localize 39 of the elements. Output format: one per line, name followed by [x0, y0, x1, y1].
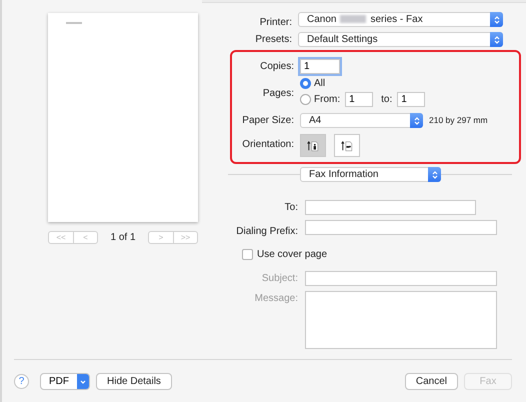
- field-label: Printer:: [258, 16, 292, 30]
- printer-suffix: series - Fax: [370, 14, 423, 25]
- field-label: Message:: [254, 292, 298, 306]
- radio-button[interactable]: All: [300, 76, 326, 91]
- presets-popup[interactable]: Default Settings: [298, 32, 503, 47]
- pane-popup[interactable]: Fax Information: [300, 167, 441, 182]
- field-label: To:: [284, 201, 298, 215]
- landscape-orientation-button[interactable]: [334, 134, 360, 157]
- field-label: Orientation:: [241, 138, 294, 152]
- field-label: to:: [381, 92, 392, 106]
- stepper-arrows-icon: [494, 14, 500, 24]
- portrait-orientation-button[interactable]: [300, 134, 326, 157]
- printer-name: Canon: [307, 14, 336, 25]
- caret-icon: [80, 380, 86, 384]
- to-field[interactable]: 1: [397, 92, 426, 106]
- dialog-button[interactable]: Cancel: [404, 373, 458, 390]
- header-line-icon: [66, 22, 82, 24]
- field-label: Subject:: [260, 272, 298, 286]
- paper-dimensions: 210 by 297 mm: [429, 114, 488, 127]
- stepper-arrows-icon: [432, 170, 438, 180]
- cover-page-checkbox[interactable]: Use cover page: [242, 247, 526, 262]
- field-label: Pages:: [262, 87, 294, 101]
- field-label: Paper Size:: [241, 114, 294, 128]
- printer-popup[interactable]: Canon series - Fax: [298, 12, 503, 27]
- page-indicator: 1 of 1: [110, 231, 136, 245]
- radio-button[interactable]: From:: [300, 92, 340, 106]
- text-field[interactable]: [305, 200, 476, 215]
- field-label: Presets:: [254, 33, 292, 47]
- pdf-menu-button[interactable]: PDF: [40, 373, 90, 390]
- stepper-arrows-icon: [494, 34, 500, 44]
- paper-size-popup[interactable]: A4: [300, 113, 423, 128]
- stepper-arrows-icon: [414, 116, 420, 126]
- from-field[interactable]: 1: [345, 92, 374, 106]
- dialog-button[interactable]: Hide Details: [96, 373, 172, 390]
- copies-field[interactable]: 1: [300, 59, 340, 74]
- text-field[interactable]: [305, 220, 497, 235]
- field-label: Dialing Prefix:: [235, 224, 298, 238]
- field-label: Copies:: [259, 60, 294, 74]
- help-button[interactable]: ?: [14, 374, 29, 389]
